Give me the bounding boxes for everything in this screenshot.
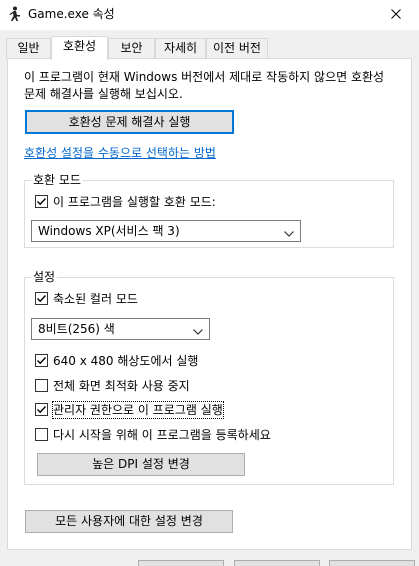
compat-mode-checkbox-label: 이 프로그램을 실행할 호환 모드: (53, 195, 216, 209)
reduced-color-label: 축소된 컬러 모드 (53, 292, 138, 306)
tab-previous-versions[interactable]: 이전 버전 (206, 38, 268, 59)
ok-button[interactable] (138, 560, 224, 566)
cancel-button[interactable] (234, 560, 320, 566)
compat-mode-select[interactable]: Windows XP(서비스 팩 3) (31, 220, 301, 242)
run-as-admin-checkbox[interactable] (35, 403, 48, 416)
chevron-down-icon (284, 227, 294, 237)
color-depth-select-value: 8비트(256) 색 (38, 322, 115, 336)
tab-compatibility[interactable]: 호환성 (51, 36, 108, 60)
tab-security[interactable]: 보안 (108, 38, 155, 59)
close-icon (391, 8, 401, 22)
run-troubleshooter-button[interactable]: 호환성 문제 해결사 실행 (25, 110, 234, 134)
run-as-admin-label: 관리자 권한으로 이 프로그램 실행 (52, 401, 224, 419)
settings-group: 설정 축소된 컬러 모드 8비트(256) 색 640 x 480 해상도에서 … (24, 269, 394, 485)
disable-fullscreen-checkbox[interactable] (35, 379, 48, 392)
close-button[interactable] (373, 0, 419, 30)
tab-details[interactable]: 자세히 (155, 38, 206, 59)
register-restart-checkbox[interactable] (35, 428, 48, 441)
res-640-checkbox[interactable] (35, 354, 48, 367)
color-depth-select[interactable]: 8비트(256) 색 (31, 318, 210, 340)
all-users-settings-button[interactable]: 모든 사용자에 대한 설정 변경 (25, 510, 233, 533)
register-restart-label: 다시 시작을 위해 이 프로그램을 등록하세요 (53, 428, 271, 442)
manual-settings-link[interactable]: 호환성 설정을 수동으로 선택하는 방법 (24, 144, 216, 161)
compat-mode-group: 호환 모드 이 프로그램을 실행할 호환 모드: Windows XP(서비스 … (24, 172, 394, 248)
high-dpi-settings-button[interactable]: 높은 DPI 설정 변경 (37, 453, 245, 476)
compat-info-text: 이 프로그램이 현재 Windows 버전에서 제대로 작동하지 않으면 호환성… (24, 70, 385, 101)
window-title: Game.exe 속성 (28, 7, 115, 21)
res-640-label: 640 x 480 해상도에서 실행 (53, 354, 199, 368)
tab-general[interactable]: 일반 (6, 38, 51, 59)
compatibility-panel: 이 프로그램이 현재 Windows 버전에서 제대로 작동하지 않으면 호환성… (7, 58, 412, 550)
settings-group-title: 설정 (31, 269, 58, 285)
title-bar: Game.exe 속성 (0, 0, 419, 30)
compat-mode-checkbox[interactable] (35, 195, 48, 208)
chevron-down-icon (193, 325, 203, 335)
compat-mode-select-value: Windows XP(서비스 팩 3) (38, 224, 180, 238)
compat-mode-group-title: 호환 모드 (31, 172, 83, 188)
app-icon (8, 6, 22, 22)
disable-fullscreen-label: 전체 화면 최적화 사용 중지 (53, 379, 190, 393)
reduced-color-checkbox[interactable] (35, 292, 48, 305)
apply-button[interactable] (329, 560, 415, 566)
